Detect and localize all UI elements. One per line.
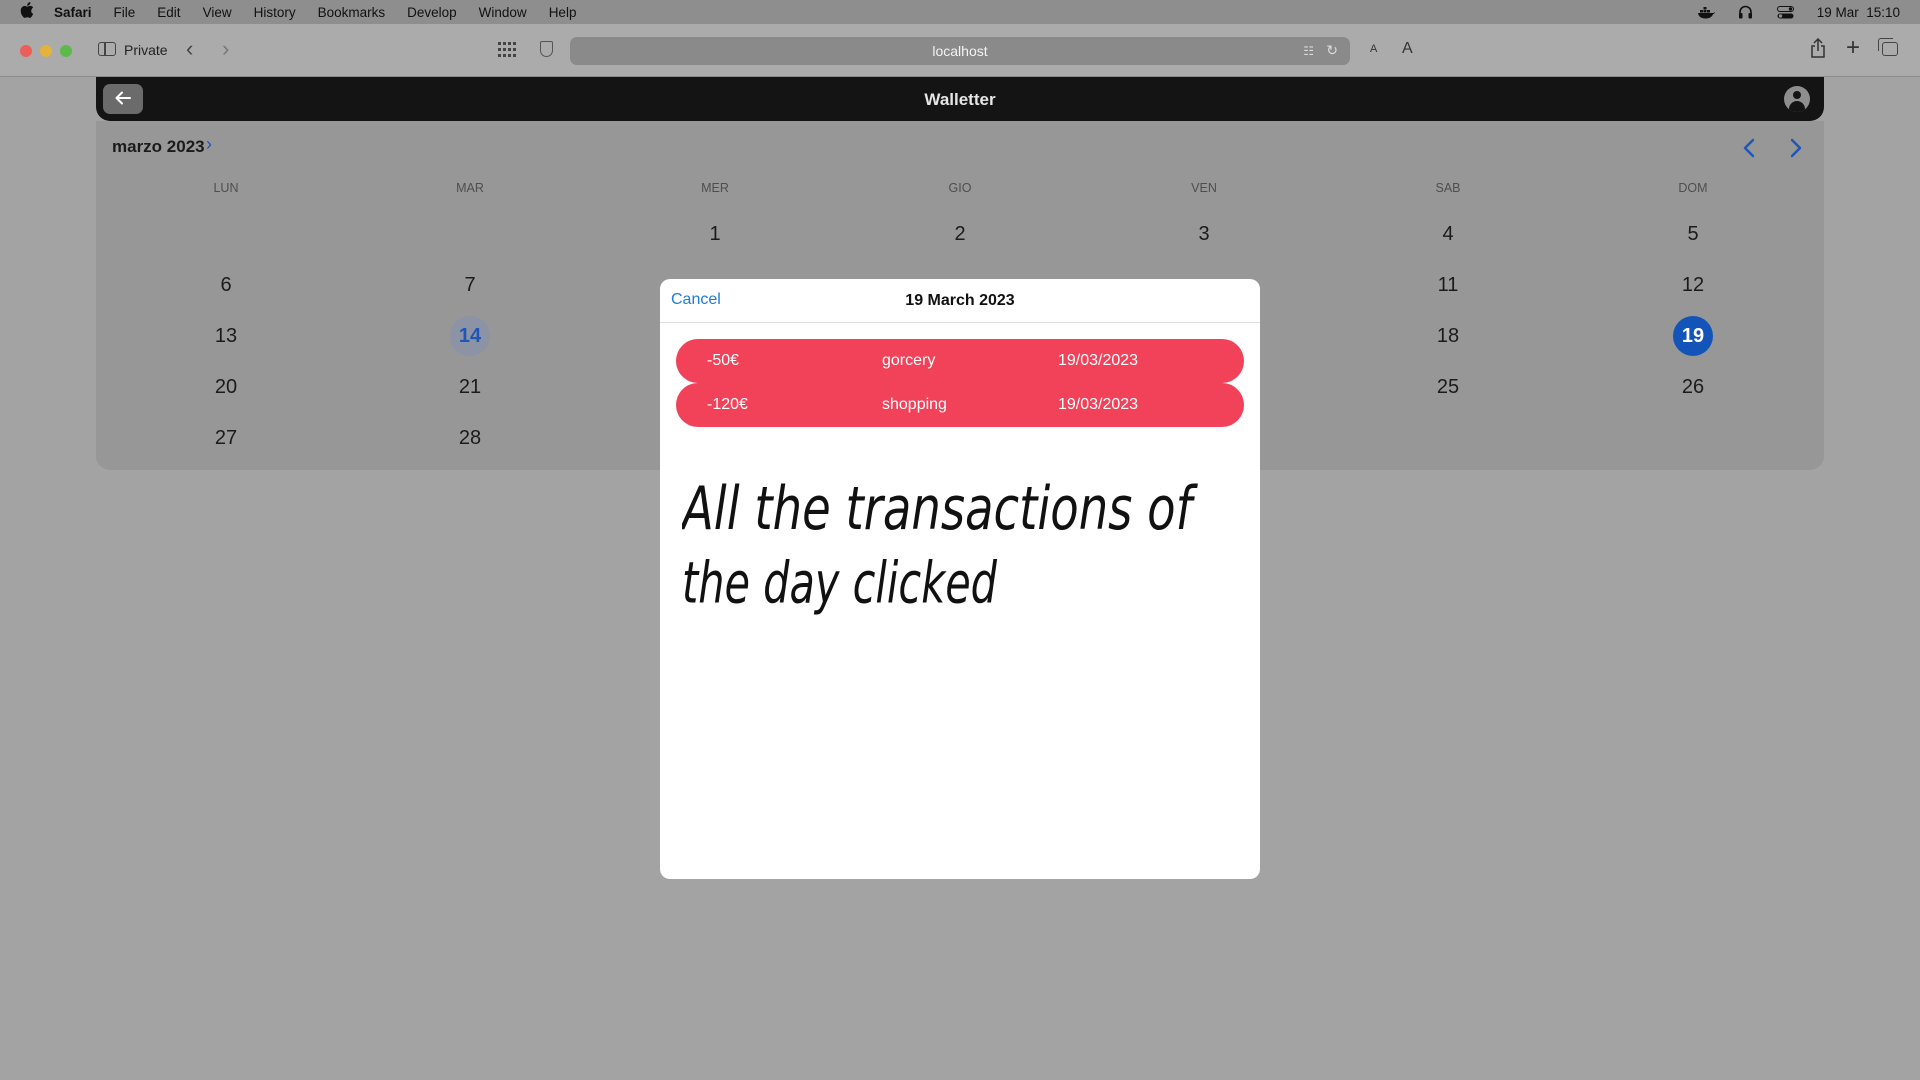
menu-bar: Safari File Edit View History Bookmarks … (0, 0, 1920, 24)
menu-help[interactable]: Help (549, 5, 577, 20)
close-window-button[interactable] (20, 45, 32, 57)
calendar-day[interactable]: 1 (695, 214, 735, 254)
menubar-clock[interactable]: 19 Mar 15:10 (1817, 5, 1900, 20)
calendar-day-selected[interactable]: 19 (1673, 316, 1713, 356)
private-mode-label: Private (124, 42, 168, 58)
apple-icon[interactable] (20, 2, 38, 22)
translate-icon[interactable]: ☷ (1303, 44, 1314, 58)
back-chevron-icon[interactable]: ‹ (186, 36, 193, 62)
calendar-day[interactable]: 26 (1673, 367, 1713, 407)
new-tab-icon[interactable]: + (1846, 34, 1860, 62)
menu-history[interactable]: History (254, 5, 296, 20)
handwritten-annotation-drawing: All the transactions of the day clicked (679, 474, 1198, 617)
font-decrease-button[interactable]: A (1370, 43, 1377, 55)
calendar-day[interactable]: 4 (1428, 214, 1468, 254)
headphones-icon[interactable] (1737, 5, 1755, 19)
weekday-fri: VEN (1191, 181, 1217, 195)
calendar-day[interactable]: 25 (1428, 367, 1468, 407)
calendar-day[interactable]: 20 (206, 367, 246, 407)
transaction-category: shopping (882, 396, 947, 413)
calendar-day[interactable]: 6 (206, 265, 246, 305)
transaction-date: 19/03/2023 (1058, 396, 1139, 413)
transaction-row[interactable]: -120€ shopping 19/03/2023 (676, 383, 1244, 427)
previous-month-icon[interactable] (1742, 137, 1756, 165)
app-title: Walletter (924, 90, 996, 109)
sidebar-toggle-icon[interactable] (98, 42, 116, 56)
menu-develop[interactable]: Develop (407, 5, 457, 20)
menu-bookmarks[interactable]: Bookmarks (318, 5, 386, 20)
calendar-day[interactable]: 5 (1673, 214, 1713, 254)
transaction-date: 19/03/2023 (1058, 352, 1139, 369)
calendar-day[interactable]: 11 (1428, 265, 1468, 305)
reload-icon[interactable]: ↻ (1326, 42, 1338, 59)
weekday-wed: MER (701, 181, 729, 195)
next-month-icon[interactable] (1789, 137, 1803, 165)
calendar-day[interactable]: 12 (1673, 265, 1713, 305)
calendar-day[interactable]: 21 (450, 367, 490, 407)
user-avatar-icon[interactable] (1784, 86, 1810, 112)
minimize-window-button[interactable] (40, 45, 52, 57)
control-center-icon[interactable] (1777, 5, 1795, 19)
svg-text:All the transactions of: All the transactions of (682, 474, 1198, 544)
docker-icon[interactable] (1697, 5, 1715, 19)
menu-view[interactable]: View (203, 5, 232, 20)
transaction-amount: -120€ (707, 396, 748, 413)
browser-toolbar: Private ‹ › localhost ☷ ↻ A A + (0, 24, 1920, 77)
month-label[interactable]: marzo 2023 (112, 137, 205, 157)
app-header: Walletter (96, 77, 1824, 121)
menu-safari[interactable]: Safari (54, 5, 92, 20)
privacy-shield-icon[interactable] (540, 41, 553, 57)
calendar-day[interactable]: 13 (206, 316, 246, 356)
transaction-row[interactable]: -50€ gorcery 19/03/2023 (676, 339, 1244, 383)
address-bar[interactable]: localhost ☷ ↻ (570, 37, 1350, 65)
transaction-category: gorcery (882, 352, 936, 369)
weekday-sun: DOM (1678, 181, 1708, 195)
calendar-day[interactable]: 2 (940, 214, 980, 254)
handwritten-annotation: All the transactions of the day clicked (679, 469, 1242, 634)
svg-text:the day clicked: the day clicked (682, 551, 998, 617)
calendar-day[interactable]: 3 (1184, 214, 1224, 254)
menu-edit[interactable]: Edit (157, 5, 180, 20)
calendar-day[interactable]: 18 (1428, 316, 1468, 356)
calendar-day[interactable]: 7 (450, 265, 490, 305)
menu-file[interactable]: File (114, 5, 136, 20)
weekday-thu: GIO (948, 181, 972, 195)
font-increase-button[interactable]: A (1402, 40, 1413, 58)
forward-chevron-icon[interactable]: › (222, 36, 229, 62)
weekday-mon: LUN (213, 181, 239, 195)
share-icon[interactable] (1810, 38, 1826, 58)
address-bar-url: localhost (932, 43, 988, 59)
weekday-sat: SAB (1435, 181, 1461, 195)
transaction-amount: -50€ (707, 352, 740, 369)
calendar-day[interactable]: 27 (206, 418, 246, 458)
modal-header: Cancel 19 March 2023 (660, 279, 1260, 323)
start-page-grid-icon[interactable] (498, 42, 516, 58)
menu-window[interactable]: Window (479, 5, 527, 20)
weekday-tue: MAR (456, 181, 484, 195)
zoom-window-button[interactable] (60, 45, 72, 57)
modal-title: 19 March 2023 (905, 292, 1015, 309)
calendar-day[interactable]: 28 (450, 418, 490, 458)
month-expand-chevron-icon[interactable]: › (206, 134, 212, 155)
calendar-day-today[interactable]: 14 (450, 316, 490, 356)
day-transactions-modal: Cancel 19 March 2023 -50€ gorcery 19/03/… (660, 279, 1260, 879)
tab-overview-icon[interactable] (1878, 38, 1898, 56)
